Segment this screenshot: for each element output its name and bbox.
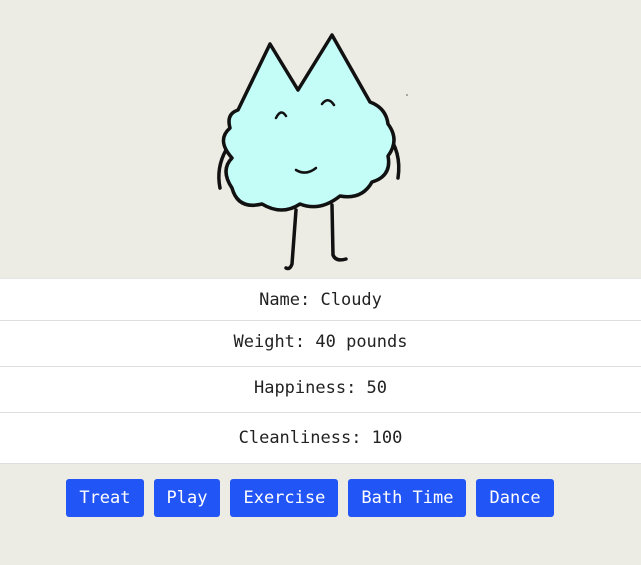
dance-button[interactable]: Dance <box>476 479 554 517</box>
pet-display <box>0 0 641 278</box>
pet-name: Name: Cloudy <box>0 278 641 320</box>
pet-left-leg <box>284 208 298 271</box>
bath-time-button[interactable]: Bath Time <box>348 479 467 517</box>
play-button[interactable]: Play <box>153 479 221 517</box>
pet-happiness: Happiness: 50 <box>0 366 641 412</box>
pet-cleanliness: Cleanliness: 100 <box>0 412 641 464</box>
pet-stats: Name: Cloudy Weight: 40 pounds Happiness… <box>0 278 641 464</box>
exercise-button[interactable]: Exercise <box>230 479 339 517</box>
action-buttons: Treat Play Exercise Bath Time Dance <box>0 479 620 517</box>
pet-right-leg <box>330 203 348 262</box>
pet-weight: Weight: 40 pounds <box>0 320 641 366</box>
pet-illustration <box>217 33 408 271</box>
pet-body <box>221 33 396 212</box>
treat-button[interactable]: Treat <box>66 479 144 517</box>
